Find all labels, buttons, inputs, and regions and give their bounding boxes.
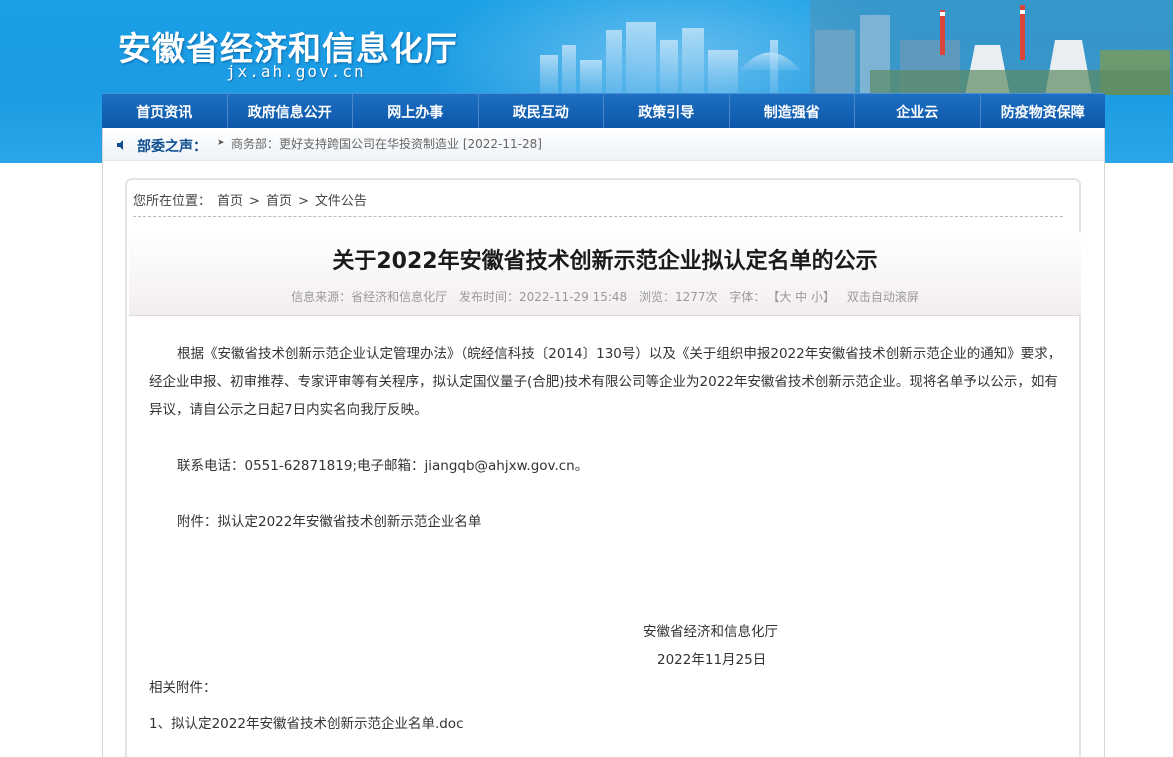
font-size-switch[interactable]: 【大 中 小】 — [773, 290, 835, 304]
related-attachments-label: 相关附件： — [149, 680, 217, 696]
city-skyline-illustration — [540, 0, 1173, 95]
divider — [133, 216, 1063, 217]
meta-time: 发布时间：2022-11-29 15:48 — [459, 290, 628, 304]
meta-font-label: 字体： — [729, 290, 766, 304]
breadcrumb-home-2[interactable]: 首页 — [266, 194, 292, 209]
article-header: 关于2022年安徽省技术创新示范企业拟认定名单的公示 信息来源：省经济和信息化厅… — [129, 232, 1081, 316]
ticker-label: 部委之声： — [137, 139, 207, 155]
signature-date: 2022年11月25日 — [657, 652, 767, 668]
content-card: 您所在位置： 首页 > 首页 > 文件公告 关于2022年安徽省技术创新示范企业拟认定名单… — [125, 178, 1081, 757]
nav-item-policy[interactable]: 政策引导 — [604, 94, 730, 129]
auto-scroll-hint[interactable]: 双击自动滚屏 — [847, 290, 919, 304]
nav-item-gov-info[interactable]: 政府信息公开 — [228, 94, 353, 129]
nav-item-home-news[interactable]: 首页资讯 — [102, 94, 228, 129]
news-ticker: 部委之声： ➤ 商务部：更好支持跨国公司在华投资制造业 [2022-11-28] — [103, 128, 1104, 161]
ticker-link[interactable]: 商务部：更好支持跨国公司在华投资制造业 [2022-11-28] — [231, 135, 542, 152]
nav-item-manufacturing[interactable]: 制造强省 — [730, 94, 855, 129]
article-meta: 信息来源：省经济和信息化厅 发布时间：2022-11-29 15:48 浏览：1… — [129, 288, 1081, 305]
meta-source: 信息来源：省经济和信息化厅 — [291, 290, 448, 304]
nav-item-epidemic-supplies[interactable]: 防疫物资保障 — [981, 94, 1106, 129]
nav-item-interaction[interactable]: 政民互动 — [479, 94, 604, 129]
attachment-link[interactable]: 1、拟认定2022年安徽省技术创新示范企业名单.doc — [149, 710, 464, 738]
speaker-icon — [117, 140, 123, 150]
breadcrumb-prefix: 您所在位置： — [133, 194, 212, 209]
ticker-arrow-icon: ➤ — [217, 138, 225, 148]
paragraph-attachment: 附件：拟认定2022年安徽省技术创新示范企业名单 — [177, 514, 482, 530]
breadcrumb: 您所在位置： 首页 > 首页 > 文件公告 — [133, 190, 373, 209]
breadcrumb-current[interactable]: 文件公告 — [315, 194, 367, 209]
meta-views: 浏览：1277次 — [638, 290, 718, 304]
paragraph-contact: 联系电话：0551-62871819;电子邮箱：jiangqb@ahjxw.go… — [177, 458, 589, 474]
signature-org: 安徽省经济和信息化厅 — [643, 624, 778, 640]
main-nav: 首页资讯 政府信息公开 网上办事 政民互动 政策引导 制造强省 企业云 防疫物资… — [102, 93, 1106, 129]
article-title: 关于2022年安徽省技术创新示范企业拟认定名单的公示 — [332, 249, 878, 274]
paragraph-main: 根据《安徽省技术创新示范企业认定管理办法》（皖经信科技〔2014〕130号）以及… — [149, 346, 1062, 418]
page-shell: 部委之声： ➤ 商务部：更好支持跨国公司在华投资制造业 [2022-11-28]… — [102, 128, 1105, 757]
site-domain: jx.ah.gov.cn — [226, 62, 366, 81]
breadcrumb-separator: > — [249, 194, 260, 209]
breadcrumb-separator: > — [297, 194, 309, 209]
breadcrumb-home[interactable]: 首页 — [217, 194, 243, 209]
nav-item-enterprise-cloud[interactable]: 企业云 — [855, 94, 981, 129]
nav-item-online-services[interactable]: 网上办事 — [353, 94, 479, 129]
